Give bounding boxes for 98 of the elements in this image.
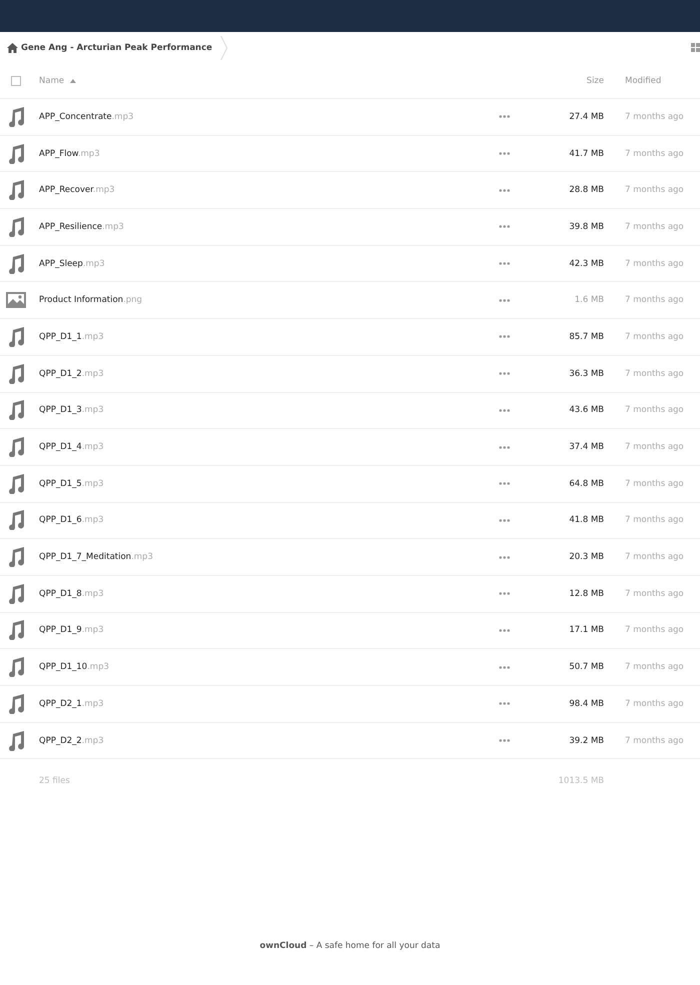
more-actions-icon[interactable] bbox=[498, 262, 510, 266]
file-name[interactable]: QPP_D1_7_Meditation.mp3 bbox=[32, 552, 484, 562]
file-name[interactable]: APP_Resilience.mp3 bbox=[32, 222, 484, 232]
modified-date: 7 months ago bbox=[624, 736, 685, 746]
more-actions-icon[interactable] bbox=[498, 225, 510, 228]
modified-date: 7 months ago bbox=[624, 148, 685, 159]
music-note-icon bbox=[7, 254, 25, 274]
modified-date: 7 months ago bbox=[624, 625, 685, 636]
modified-date: 7 months ago bbox=[624, 295, 685, 306]
file-size: 27.4 MB bbox=[569, 112, 604, 122]
file-size: 50.7 MB bbox=[569, 662, 604, 672]
more-actions-icon[interactable] bbox=[498, 115, 510, 118]
file-count: 25 files bbox=[38, 776, 71, 786]
file-size: 42.3 MB bbox=[569, 258, 604, 269]
file-name[interactable]: QPP_D1_5.mp3 bbox=[32, 478, 484, 489]
more-actions-icon[interactable] bbox=[498, 298, 510, 302]
file-size: 1.6 MB bbox=[574, 295, 604, 306]
music-note-icon bbox=[7, 730, 25, 751]
file-name[interactable]: APP_Sleep.mp3 bbox=[32, 258, 484, 269]
more-actions-icon[interactable] bbox=[498, 335, 510, 338]
file-size: 20.3 MB bbox=[569, 552, 604, 562]
total-size: 1013.5 MB bbox=[558, 776, 604, 786]
music-note-icon bbox=[7, 106, 25, 127]
grid-view-icon[interactable] bbox=[691, 43, 700, 53]
music-note-icon bbox=[7, 326, 25, 347]
music-note-icon bbox=[7, 657, 25, 678]
footer-tagline: ownCloud – A safe home for all your data bbox=[260, 941, 440, 951]
modified-date: 7 months ago bbox=[624, 112, 685, 122]
file-name[interactable]: QPP_D2_2.mp3 bbox=[32, 736, 484, 746]
modified-date: 7 months ago bbox=[624, 698, 685, 709]
file-name[interactable]: QPP_D1_6.mp3 bbox=[32, 515, 484, 526]
modified-date: 7 months ago bbox=[624, 405, 685, 416]
music-note-icon bbox=[7, 694, 25, 714]
more-actions-icon[interactable] bbox=[498, 482, 510, 486]
file-name[interactable]: APP_Flow.mp3 bbox=[32, 148, 484, 159]
modified-date: 7 months ago bbox=[624, 662, 685, 672]
more-actions-icon[interactable] bbox=[498, 518, 510, 522]
file-size: 36.3 MB bbox=[569, 368, 604, 379]
file-size: 12.8 MB bbox=[569, 588, 604, 599]
music-note-icon bbox=[7, 400, 25, 420]
file-size: 43.6 MB bbox=[569, 405, 604, 416]
file-size: 28.8 MB bbox=[569, 185, 604, 196]
modified-date: 7 months ago bbox=[624, 442, 685, 452]
breadcrumb-link[interactable]: Gene Ang - Arcturian Peak Performance bbox=[7, 32, 212, 64]
file-size: 17.1 MB bbox=[569, 625, 604, 636]
file-size: 98.4 MB bbox=[569, 698, 604, 709]
more-actions-icon[interactable] bbox=[498, 408, 510, 412]
music-note-icon bbox=[7, 510, 25, 530]
file-size: 85.7 MB bbox=[569, 332, 604, 342]
file-size: 39.2 MB bbox=[569, 736, 604, 746]
file-name[interactable]: QPP_D1_1.mp3 bbox=[32, 332, 484, 342]
more-actions-icon[interactable] bbox=[498, 556, 510, 559]
music-note-icon bbox=[7, 584, 25, 604]
file-size: 41.8 MB bbox=[569, 515, 604, 526]
home-icon bbox=[7, 43, 18, 53]
modified-date: 7 months ago bbox=[624, 368, 685, 379]
more-actions-icon[interactable] bbox=[498, 592, 510, 596]
file-size: 64.8 MB bbox=[569, 478, 604, 489]
image-icon bbox=[6, 292, 26, 308]
music-note-icon bbox=[7, 180, 25, 200]
modified-date: 7 months ago bbox=[624, 185, 685, 196]
modified-date: 7 months ago bbox=[624, 332, 685, 342]
more-actions-icon[interactable] bbox=[498, 372, 510, 376]
music-note-icon bbox=[7, 547, 25, 568]
modified-date: 7 months ago bbox=[624, 552, 685, 562]
more-actions-icon[interactable] bbox=[498, 188, 510, 192]
music-note-icon bbox=[7, 144, 25, 164]
file-name[interactable]: Product Information.png bbox=[32, 295, 484, 306]
more-actions-icon[interactable] bbox=[498, 739, 510, 742]
file-name[interactable]: QPP_D1_4.mp3 bbox=[32, 442, 484, 452]
music-note-icon bbox=[7, 364, 25, 384]
select-all-checkbox[interactable] bbox=[11, 76, 21, 86]
music-note-icon bbox=[7, 474, 25, 494]
music-note-icon bbox=[7, 620, 25, 640]
music-note-icon bbox=[7, 437, 25, 458]
file-name[interactable]: QPP_D1_3.mp3 bbox=[32, 405, 484, 416]
modified-date: 7 months ago bbox=[624, 222, 685, 232]
file-name[interactable]: QPP_D1_8.mp3 bbox=[32, 588, 484, 599]
file-name[interactable]: QPP_D1_9.mp3 bbox=[32, 625, 484, 636]
breadcrumb-separator-icon bbox=[220, 36, 228, 60]
file-size: 37.4 MB bbox=[569, 442, 604, 452]
file-name[interactable]: APP_Concentrate.mp3 bbox=[32, 112, 484, 122]
file-name[interactable]: APP_Recover.mp3 bbox=[32, 185, 484, 196]
more-actions-icon[interactable] bbox=[498, 702, 510, 706]
more-actions-icon[interactable] bbox=[498, 446, 510, 449]
file-size: 41.7 MB bbox=[569, 148, 604, 159]
file-name[interactable]: QPP_D1_2.mp3 bbox=[32, 368, 484, 379]
file-name[interactable]: QPP_D1_10.mp3 bbox=[32, 662, 484, 672]
modified-date: 7 months ago bbox=[624, 258, 685, 269]
modified-date: 7 months ago bbox=[624, 588, 685, 599]
modified-date: 7 months ago bbox=[624, 478, 685, 489]
more-actions-icon[interactable] bbox=[498, 152, 510, 156]
more-actions-icon[interactable] bbox=[498, 628, 510, 632]
modified-date: 7 months ago bbox=[624, 515, 685, 526]
music-note-icon bbox=[7, 216, 25, 237]
file-name[interactable]: QPP_D2_1.mp3 bbox=[32, 698, 484, 709]
more-actions-icon[interactable] bbox=[498, 666, 510, 669]
file-size: 39.8 MB bbox=[569, 222, 604, 232]
